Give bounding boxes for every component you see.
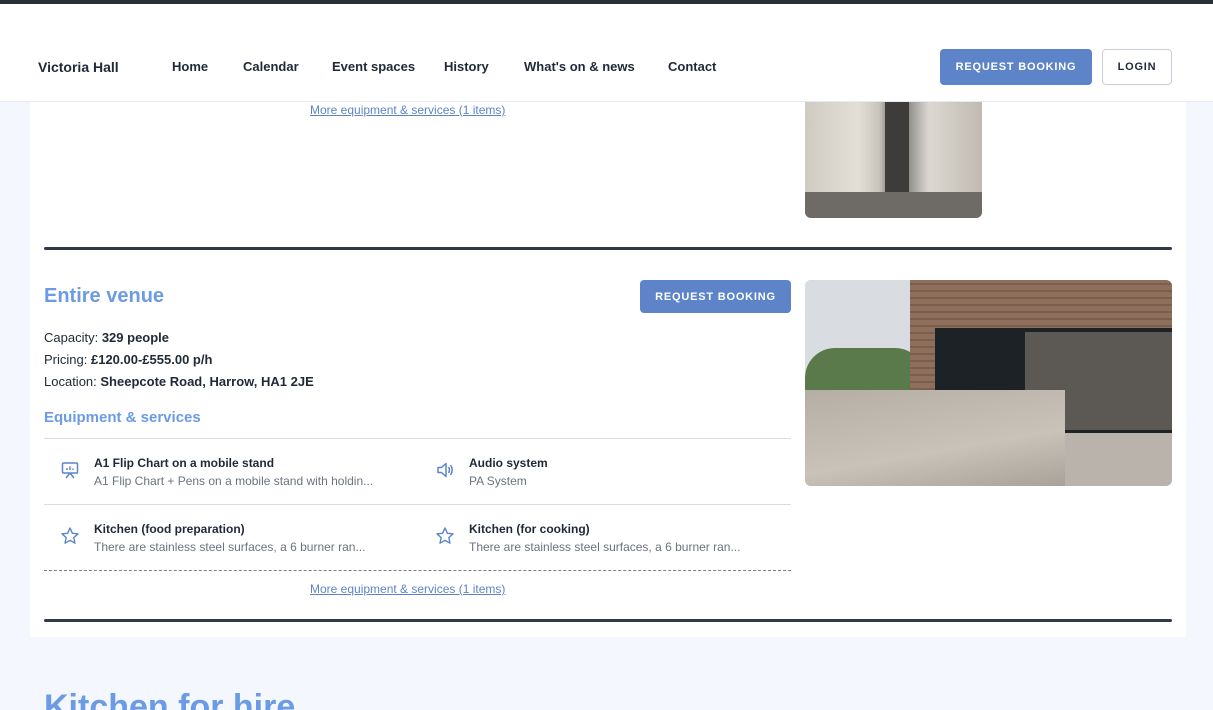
section-divider (44, 619, 1172, 622)
previous-space-photo[interactable] (805, 102, 982, 218)
presentation-board-icon (61, 462, 79, 479)
equipment-heading: Equipment & services (44, 409, 201, 426)
brand-logo[interactable]: Victoria Hall (38, 59, 119, 75)
site-header: Victoria Hall Home Calendar Event spaces… (0, 4, 1213, 102)
nav-history[interactable]: History (444, 59, 489, 74)
nav-event-spaces[interactable]: Event spaces (332, 59, 415, 74)
equipment-divider (44, 504, 791, 505)
section-divider (44, 247, 1172, 250)
pricing-label: Pricing: (44, 352, 88, 367)
event-spaces-card: More equipment & services (1 items) Enti… (30, 102, 1186, 637)
pricing-line: Pricing: £120.00-£555.00 p/h (44, 352, 212, 367)
location-label: Location: (44, 374, 97, 389)
speaker-icon (437, 462, 453, 478)
equipment-divider (44, 438, 791, 439)
capacity-line: Capacity: 329 people (44, 330, 169, 345)
location-value: Sheepcote Road, Harrow, HA1 2JE (100, 374, 314, 389)
space-request-booking-button[interactable]: REQUEST BOOKING (640, 280, 791, 313)
equipment-name: A1 Flip Chart on a mobile stand (94, 456, 275, 470)
more-equipment-link[interactable]: More equipment & services (1 items) (310, 582, 505, 596)
pricing-value: £120.00-£555.00 p/h (90, 352, 213, 367)
location-line: Location: Sheepcote Road, Harrow, HA1 2J… (44, 374, 314, 389)
equipment-description: A1 Flip Chart + Pens on a mobile stand w… (94, 474, 374, 488)
star-icon (61, 527, 79, 544)
kitchen-section-title: Kitchen for hire (44, 688, 296, 710)
entire-venue-photo[interactable] (805, 280, 1172, 486)
login-button[interactable]: LOGIN (1102, 49, 1172, 85)
equipment-name: Kitchen (for cooking) (469, 522, 590, 536)
equipment-name: Kitchen (food preparation) (94, 522, 245, 536)
equipment-description: PA System (469, 474, 527, 488)
equipment-dashed-divider (44, 570, 791, 571)
nav-calendar[interactable]: Calendar (243, 59, 299, 74)
nav-whats-on[interactable]: What's on & news (524, 59, 635, 74)
equipment-name: Audio system (469, 456, 548, 470)
star-icon (436, 527, 454, 544)
nav-home[interactable]: Home (172, 59, 208, 74)
equipment-description: There are stainless steel surfaces, a 6 … (469, 540, 741, 554)
capacity-value: 329 people (101, 330, 170, 345)
header-request-booking-button[interactable]: REQUEST BOOKING (940, 49, 1092, 85)
previous-more-equipment-link[interactable]: More equipment & services (1 items) (310, 103, 505, 117)
capacity-label: Capacity: (44, 330, 99, 345)
equipment-description: There are stainless steel surfaces, a 6 … (94, 540, 366, 554)
space-title: Entire venue (44, 285, 165, 307)
nav-contact[interactable]: Contact (668, 59, 716, 74)
